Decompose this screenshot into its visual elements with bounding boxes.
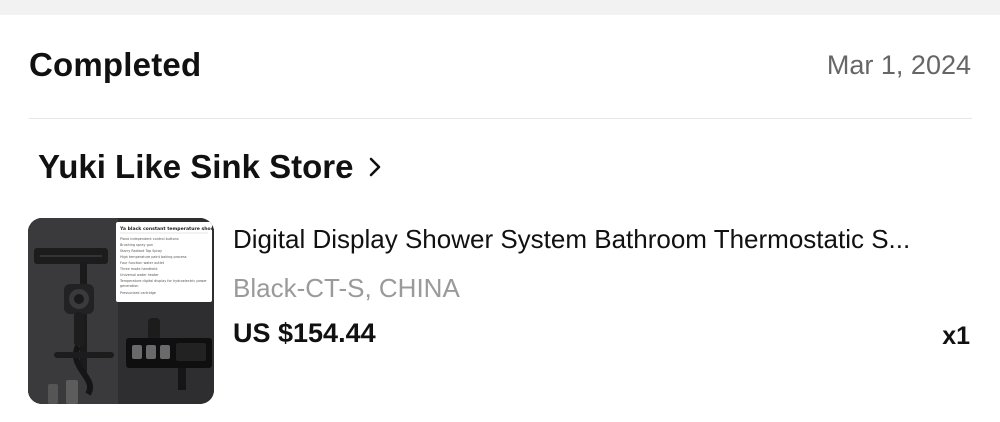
svg-text:Piano independent control butt: Piano independent control buttons xyxy=(120,237,179,241)
product-price: US $154.44 xyxy=(233,318,376,348)
svg-text:Temperature digital display fo: Temperature digital display for hydroele… xyxy=(119,279,207,283)
order-date: Mar 1, 2024 xyxy=(826,50,971,80)
product-variant: Black-CT-S, CHINA xyxy=(233,273,460,303)
svg-text:Brushing spray gun: Brushing spray gun xyxy=(120,243,153,247)
svg-text:Ya black constant temperature: Ya black constant temperature shower xyxy=(119,226,214,232)
svg-text:High temperature paint baking: High temperature paint baking process xyxy=(120,255,187,259)
svg-text:Four function water outlet: Four function water outlet xyxy=(120,261,165,265)
store-name: Yuki Like Sink Store xyxy=(38,148,354,185)
product-quantity: x1 xyxy=(942,322,970,350)
chevron-right-icon xyxy=(367,156,383,178)
divider xyxy=(29,118,972,119)
product-title[interactable]: Digital Display Shower System Bathroom T… xyxy=(233,224,968,255)
svg-text:generation: generation xyxy=(120,284,138,288)
svg-text:Three mode handheld: Three mode handheld xyxy=(119,267,157,271)
shower-product-image[interactable]: Ya black constant temperature shower Pia… xyxy=(28,218,214,404)
order-status: Completed xyxy=(29,46,202,83)
svg-text:Starry Radiant Top Spray: Starry Radiant Top Spray xyxy=(120,249,162,253)
svg-text:Universal water heater: Universal water heater xyxy=(120,273,159,277)
top-band xyxy=(0,0,1000,15)
store-link[interactable]: Yuki Like Sink Store xyxy=(38,148,383,186)
svg-text:Pressurized cartridge: Pressurized cartridge xyxy=(120,291,156,295)
order-item[interactable]: Ya black constant temperature shower Pia… xyxy=(28,218,972,406)
